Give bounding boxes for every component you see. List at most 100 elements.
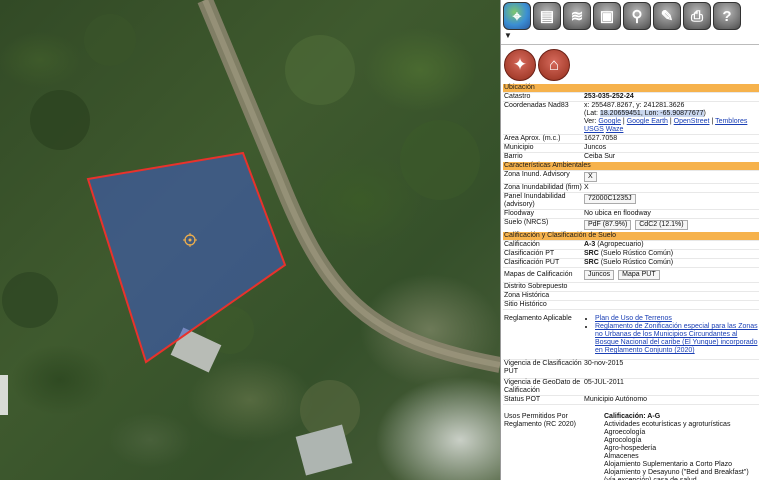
divider <box>501 44 759 45</box>
link-openstreet[interactable]: OpenStreet <box>674 118 710 125</box>
row-inund-advisory: Zona Inund. Advisory X <box>503 170 759 183</box>
label: Clasificación PUT <box>504 259 560 266</box>
link-google[interactable]: Google <box>598 118 621 125</box>
panel-inund-button[interactable]: 72000C1235J <box>584 194 636 204</box>
label: Sitio Histórico <box>504 301 547 308</box>
layers-icon[interactable]: ▤ <box>533 2 561 30</box>
toolbar: ⌖ ▤ ≋ ▣ ⚲ ✎ ⎙? <box>501 0 759 30</box>
label: Municipio <box>504 144 534 151</box>
row-suelo: Suelo (NRCS) PdF (87.9%) CdC2 (12.1%) <box>503 218 759 231</box>
help-icon[interactable]: ? <box>713 2 741 30</box>
label: Zona Inundabilidad (firm) <box>504 184 582 191</box>
uso-item: Agroecología <box>604 429 646 436</box>
uso-item: Agro-hospedería <box>604 445 657 452</box>
google-maps-icon[interactable]: ⌖ <box>503 2 531 30</box>
parcel-info: Ubicación Catastro 253-035-252-24 Coorde… <box>503 83 759 480</box>
row-sitio-historico: Sitio Histórico <box>503 300 759 309</box>
label: Floodway <box>504 210 534 217</box>
map-layer <box>0 0 500 476</box>
row-distrito: Distrito Sobrepuesto <box>503 282 759 291</box>
area-value: 1627.7058 <box>584 135 618 142</box>
property-house-icon[interactable]: ⌂ <box>538 49 570 81</box>
print-icon[interactable]: ⎙ <box>683 2 711 30</box>
label: Panel Inundabilidad (advisory) <box>504 193 566 208</box>
uso-item: Alojamiento Suplementario a Corto Plazo <box>604 461 733 468</box>
label: Zona Inund. Advisory <box>504 171 570 178</box>
label: Reglamento Aplicable <box>504 315 572 322</box>
row-panel-inund: Panel Inundabilidad (advisory) 72000C123… <box>503 192 759 209</box>
link-reglamento-zonificacion[interactable]: Reglamento de Zonificación especial para… <box>595 323 758 354</box>
streetview-icon[interactable]: ✦ <box>504 49 536 81</box>
label: Coordenadas Nad83 <box>504 102 569 109</box>
rooftop <box>295 424 353 476</box>
search-icon[interactable]: ⚲ <box>623 2 651 30</box>
draw-tools-icon[interactable]: ✎ <box>653 2 681 30</box>
row-status-pot: Status POT Municipio Autónomo <box>503 395 759 404</box>
label: Catastro <box>504 93 531 100</box>
link-plan-uso-terrenos[interactable]: Plan de Uso de Terrenos <box>595 315 672 322</box>
link-google-earth[interactable]: Google Earth <box>627 118 668 125</box>
link-waze[interactable]: Waze <box>606 126 624 133</box>
soil-pdf-button[interactable]: PdF (87.9%) <box>584 220 632 230</box>
municipio-value: Juncos <box>584 144 607 151</box>
label: Mapas de Calificación <box>504 271 573 278</box>
latlon-value: 18.20659451, Lon: -65.90877677 <box>599 110 704 117</box>
section-calificacion: Calificación y Clasificación de Suelo <box>503 231 759 240</box>
ver-links: Ver: Google | Google Earth | OpenStreet … <box>584 118 748 133</box>
row-inund-firm: Zona Inundabilidad (firm) X <box>503 183 759 192</box>
rooftop <box>0 375 8 415</box>
row-barrio: Barrio Ceiba Sur <box>503 152 759 161</box>
row-coordenadas: Coordenadas Nad83 x: 255487.8267, y: 241… <box>503 101 759 134</box>
row-clas-pt: Clasificación PT SRC (Suelo Rústico Comú… <box>503 249 759 258</box>
row-municipio: Municipio Juncos <box>503 143 759 152</box>
status-pot-value: Municipio Autónomo <box>584 396 648 403</box>
row-clas-put: Clasificación PUT SRC (Suelo Rústico Com… <box>503 258 759 267</box>
parcel-polygon[interactable] <box>86 151 287 364</box>
info-panel: ⌖ ▤ ≋ ▣ ⚲ ✎ ⎙? ▼ ✦ ⌂ Ubicación Catastro 253-03… <box>500 0 759 480</box>
row-zona-historica: Zona Histórica <box>503 291 759 300</box>
floodway-value: No ubica en floodway <box>584 210 651 217</box>
collapse-caret-icon[interactable]: ▼ <box>504 31 512 40</box>
coords-xy: x: 255487.8267, y: 241281.3626 <box>584 102 685 109</box>
uso-item: Agrocología <box>604 437 642 444</box>
label: Distrito Sobrepuesto <box>504 283 568 290</box>
label: Vigencia de GeoDato de Calificación <box>504 379 581 394</box>
row-vigencia-put: Vigencia de Clasificación PUT 30-nov-201… <box>503 359 759 378</box>
label: Status POT <box>504 396 541 403</box>
section-ubicacion: Ubicación <box>503 83 759 92</box>
uso-item: Actividades ecoturísticas y agroturístic… <box>604 421 731 428</box>
inund-firm-value: X <box>584 184 589 191</box>
uso-item: Alojamiento y Desayuno ("Bed and Breakfa… <box>604 469 749 476</box>
row-usos: Usos Permitidos Por Reglamento (RC 2020)… <box>503 404 759 480</box>
catastro-value: 253-035-252-24 <box>584 93 634 100</box>
label: Area Aprox. (m.c.) <box>504 135 561 142</box>
label: Usos Permitidos Por Reglamento (RC 2020) <box>504 413 576 428</box>
soil-cdc2-button[interactable]: CdC2 (12.1%) <box>635 220 688 230</box>
coords-latlon: (Lat: 18.20659451, Lon: -65.90877677) <box>584 110 706 117</box>
vigencia-put-value: 30-nov-2015 <box>584 360 624 367</box>
label: Calificación <box>504 241 540 248</box>
section-ambientales: Características Ambientales <box>503 161 759 170</box>
usos-heading: Calificación: A-G <box>604 413 661 420</box>
map-put-button[interactable]: Mapa PUT <box>618 270 660 280</box>
barrio-value: Ceiba Sur <box>584 153 616 160</box>
map-juncos-button[interactable]: Juncos <box>584 270 615 280</box>
document-icon[interactable]: ▣ <box>593 2 621 30</box>
label: Suelo (NRCS) <box>504 219 549 226</box>
row-vigencia-geodato: Vigencia de GeoDato de Calificación 05-J… <box>503 378 759 395</box>
satellite-map[interactable] <box>0 0 500 480</box>
label: Zona Histórica <box>504 292 550 299</box>
row-mapas: Mapas de Calificación Juncos Mapa PUT <box>503 267 759 282</box>
inund-advisory-button[interactable]: X <box>584 172 597 182</box>
uso-item: Almacenes <box>604 453 639 460</box>
usos-list: Actividades ecoturísticas y agroturístic… <box>604 421 759 480</box>
row-reglamento: Reglamento Aplicable Plan de Uso de Terr… <box>503 309 759 359</box>
row-area: Area Aprox. (m.c.) 1627.7058 <box>503 134 759 143</box>
row-calificacion: Calificación A-3 (Agropecuario) <box>503 240 759 249</box>
layers-stack-icon[interactable]: ≋ <box>563 2 591 30</box>
row-catastro: Catastro 253-035-252-24 <box>503 92 759 101</box>
row-floodway: Floodway No ubica en floodway <box>503 209 759 218</box>
label: Vigencia de Clasificación PUT <box>504 360 582 375</box>
label: Clasificación PT <box>504 250 555 257</box>
label: Barrio <box>504 153 523 160</box>
